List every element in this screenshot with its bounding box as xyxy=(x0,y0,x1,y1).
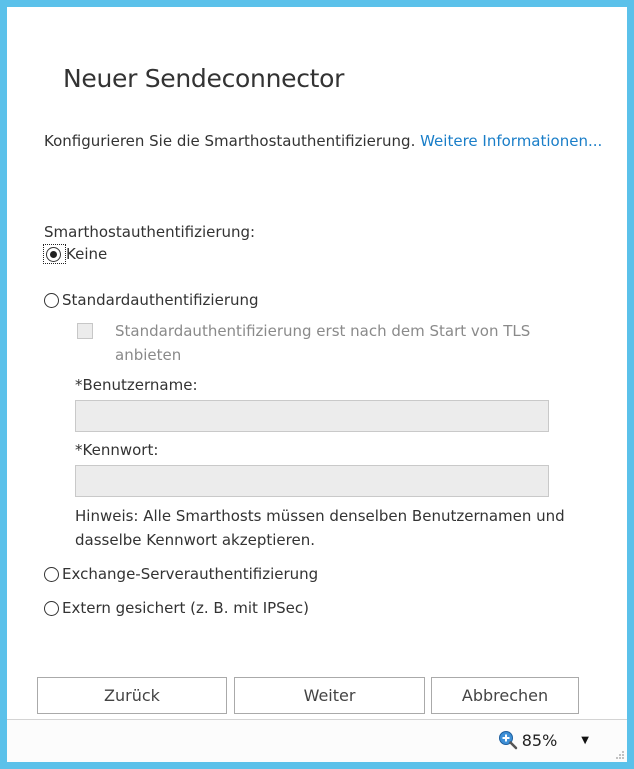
tls-checkbox[interactable] xyxy=(77,323,93,339)
tls-checkbox-row[interactable]: Standardauthentifizierung erst nach dem … xyxy=(77,319,597,367)
chevron-down-icon[interactable]: ▼ xyxy=(581,735,589,746)
radio-button[interactable] xyxy=(46,247,61,262)
username-input[interactable] xyxy=(75,400,549,432)
username-label: *Benutzername: xyxy=(75,376,198,394)
radio-none[interactable]: Keine xyxy=(43,242,107,266)
zoom-in-icon[interactable] xyxy=(498,730,518,750)
radio-exchange-auth-label: Exchange-Serverauthentifizierung xyxy=(62,565,319,583)
auth-section-label: Smarthostauthentifizierung: xyxy=(44,223,256,241)
password-input[interactable] xyxy=(75,465,549,497)
radio-basic-auth[interactable]: Standardauthentifizierung xyxy=(44,288,259,312)
radio-button[interactable] xyxy=(44,600,59,616)
radio-basic-auth-label: Standardauthentifizierung xyxy=(62,291,259,309)
radio-exchange-auth[interactable]: Exchange-Serverauthentifizierung xyxy=(44,562,318,586)
resize-grip-icon[interactable] xyxy=(615,750,625,760)
radio-externally-secured-label: Extern gesichert (z. B. mit IPSec) xyxy=(62,599,310,617)
zoom-control[interactable]: 85% ▼ xyxy=(498,730,589,750)
radio-externally-secured[interactable]: Extern gesichert (z. B. mit IPSec) xyxy=(44,596,309,620)
back-button[interactable]: Zurück xyxy=(37,677,227,714)
radio-button[interactable] xyxy=(44,292,59,308)
more-info-link[interactable]: Weitere Informationen... xyxy=(420,132,602,150)
radio-button[interactable] xyxy=(44,566,59,582)
radio-none-label: Keine xyxy=(66,245,108,263)
next-button[interactable]: Weiter xyxy=(234,677,425,714)
smarthost-note: Hinweis: Alle Smarthosts müssen denselbe… xyxy=(75,507,565,549)
tls-checkbox-label: Standardauthentifizierung erst nach dem … xyxy=(115,322,531,364)
dialog-window: Neuer Sendeconnector Konfigurieren Sie d… xyxy=(0,0,634,769)
dialog-title: Neuer Sendeconnector xyxy=(63,64,345,93)
focus-indicator xyxy=(43,244,66,264)
status-bar: 85% ▼ xyxy=(7,719,627,762)
intro-description: Konfigurieren Sie die Smarthostauthentif… xyxy=(44,132,421,150)
intro-text: Konfigurieren Sie die Smarthostauthentif… xyxy=(44,127,604,155)
password-label: *Kennwort: xyxy=(75,441,159,459)
zoom-level: 85% xyxy=(521,730,558,750)
cancel-button[interactable]: Abbrechen xyxy=(431,677,579,714)
